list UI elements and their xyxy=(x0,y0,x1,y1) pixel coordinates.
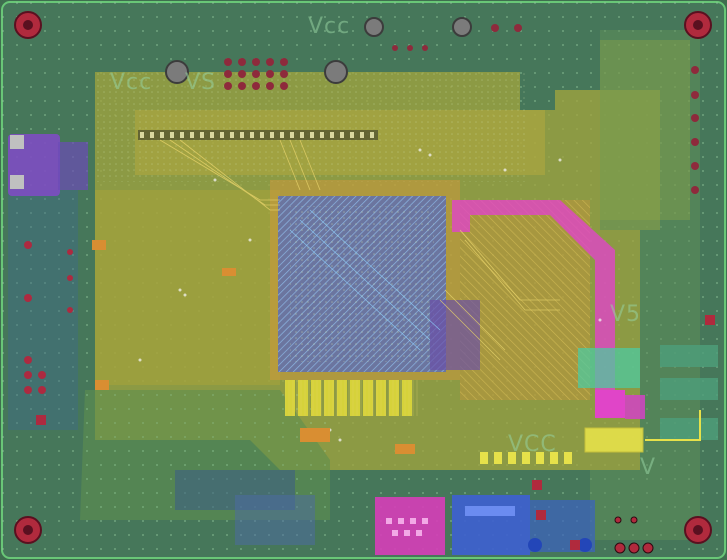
yellow-component xyxy=(584,427,644,453)
silk-label-vcc-center-right: VCC xyxy=(508,432,557,457)
silk-label-v-right-lower: V xyxy=(640,455,657,480)
blue-connector xyxy=(452,495,530,555)
teal-component xyxy=(578,348,640,388)
pcb-layout-canvas[interactable]: Vcc VS Vcc VCC V5 V xyxy=(0,0,727,560)
magenta-connector xyxy=(375,497,445,555)
silk-label-vs-right: V5 xyxy=(610,302,642,327)
silk-label-vs-top-left: VS xyxy=(185,70,217,95)
silk-label-vcc-top-left: Vcc xyxy=(110,70,153,95)
silk-label-vcc-top-center: Vcc xyxy=(308,14,351,39)
